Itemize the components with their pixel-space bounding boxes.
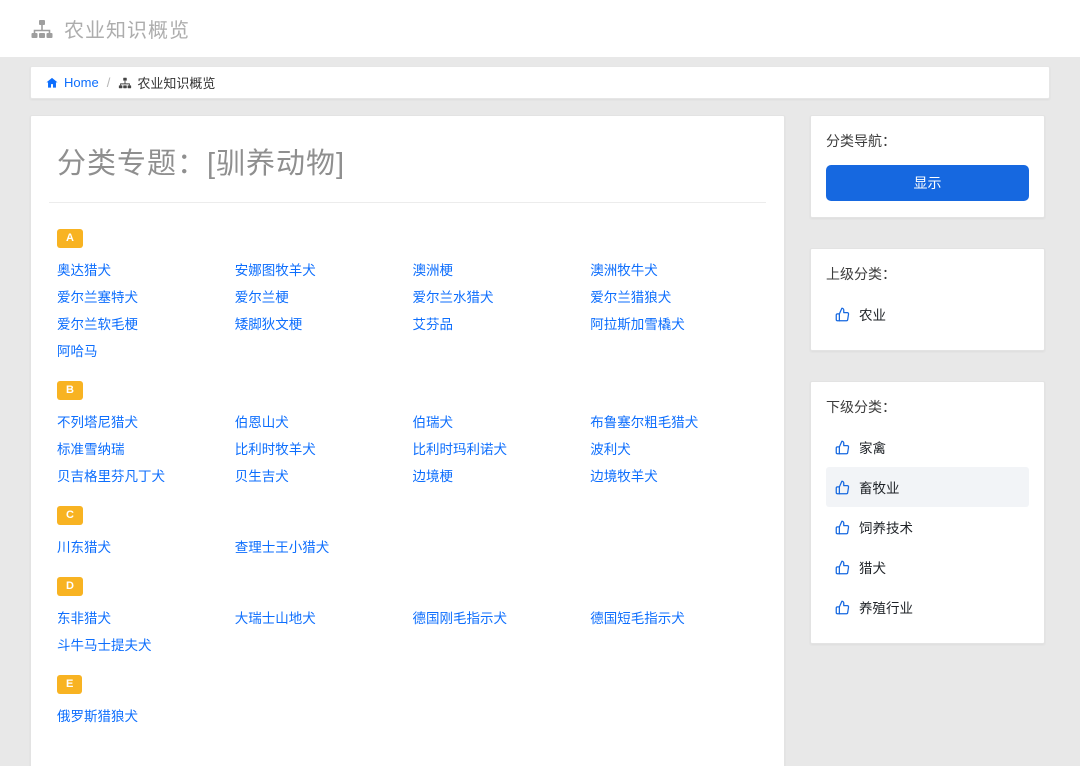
topic-link[interactable]: 伯瑞犬 (413, 414, 581, 432)
topic-link[interactable]: 边境牧羊犬 (590, 468, 758, 486)
topic-link-grid: 川东猎犬查理士王小猎犬 (57, 539, 758, 557)
breadcrumb-current-label: 农业知识概览 (137, 73, 215, 92)
title-divider (49, 202, 766, 203)
letter-badge: C (57, 506, 83, 525)
letter-group-D: D 东非猎犬大瑞士山地犬德国刚毛指示犬德国短毛指示犬斗牛马士提夫犬 (49, 569, 766, 655)
topic-link[interactable]: 奥达猎犬 (57, 262, 225, 280)
topic-link[interactable]: 德国刚毛指示犬 (413, 610, 581, 628)
topic-link-grid: 东非猎犬大瑞士山地犬德国刚毛指示犬德国短毛指示犬斗牛马士提夫犬 (57, 610, 758, 655)
show-button[interactable]: 显示 (826, 165, 1029, 201)
app-title: 农业知识概览 (64, 14, 190, 43)
parent-category-label: 上级分类： (826, 264, 1029, 284)
category-link-label: 养殖行业 (859, 597, 913, 617)
topic-link[interactable]: 比利时牧羊犬 (235, 441, 403, 459)
topic-link[interactable]: 大瑞士山地犬 (235, 610, 403, 628)
topic-panel: 分类专题：[驯养动物] A奥达猎犬安娜图牧羊犬澳洲梗澳洲牧牛犬爱尔兰塞特犬爱尔兰… (30, 115, 785, 766)
letter-badge: B (57, 381, 83, 400)
topic-link[interactable]: 俄罗斯猎狼犬 (57, 708, 225, 726)
topic-link-grid: 不列塔尼猎犬伯恩山犬伯瑞犬布鲁塞尔粗毛猎犬标准雪纳瑞比利时牧羊犬比利时玛利诺犬波… (57, 414, 758, 486)
category-link-label: 饲养技术 (859, 517, 913, 537)
topic-link[interactable]: 布鲁塞尔粗毛猎犬 (590, 414, 758, 432)
topic-link[interactable]: 川东猎犬 (57, 539, 225, 557)
child-category-label: 下级分类： (826, 397, 1029, 417)
sitemap-icon (30, 17, 54, 41)
child-category-card: 下级分类： 家禽畜牧业饲养技术猎犬养殖行业 (810, 381, 1045, 644)
topic-link[interactable]: 爱尔兰水猎犬 (413, 289, 581, 307)
topic-link[interactable]: 澳洲梗 (413, 262, 581, 280)
category-link-label: 猎犬 (859, 557, 886, 577)
letter-group-A: A 奥达猎犬安娜图牧羊犬澳洲梗澳洲牧牛犬爱尔兰塞特犬爱尔兰梗爱尔兰水猎犬爱尔兰猎狼… (49, 221, 766, 361)
topic-link[interactable]: 贝吉格里芬凡丁犬 (57, 468, 225, 486)
category-link[interactable]: 养殖行业 (826, 587, 1029, 627)
app-header: 农业知识概览 (0, 0, 1080, 57)
thumbs-up-icon (835, 440, 850, 455)
topic-link[interactable]: 比利时玛利诺犬 (413, 441, 581, 459)
topic-link[interactable]: 艾芬品 (413, 316, 581, 334)
home-icon (45, 76, 59, 90)
letter-group-C: C 川东猎犬查理士王小猎犬 (49, 498, 766, 557)
topic-link[interactable]: 贝生吉犬 (235, 468, 403, 486)
letter-badge: A (57, 229, 83, 248)
topic-link[interactable]: 波利犬 (590, 441, 758, 459)
breadcrumb-home-link[interactable]: Home (45, 75, 99, 90)
topic-link[interactable]: 不列塔尼猎犬 (57, 414, 225, 432)
topic-link[interactable]: 爱尔兰猎狼犬 (590, 289, 758, 307)
topic-link[interactable]: 伯恩山犬 (235, 414, 403, 432)
sitemap-icon-small (118, 76, 132, 90)
category-link-label: 家禽 (859, 437, 886, 457)
topic-link[interactable]: 矮脚狄文梗 (235, 316, 403, 334)
topic-link[interactable]: 阿拉斯加雪橇犬 (590, 316, 758, 334)
thumbs-up-icon (835, 520, 850, 535)
letter-group-B: B 不列塔尼猎犬伯恩山犬伯瑞犬布鲁塞尔粗毛猎犬标准雪纳瑞比利时牧羊犬比利时玛利诺犬… (49, 373, 766, 486)
topic-link[interactable]: 爱尔兰梗 (235, 289, 403, 307)
child-category-list: 家禽畜牧业饲养技术猎犬养殖行业 (826, 427, 1029, 627)
category-link[interactable]: 猎犬 (826, 547, 1029, 587)
topic-link[interactable]: 边境梗 (413, 468, 581, 486)
topic-link[interactable]: 爱尔兰软毛梗 (57, 316, 225, 334)
category-link[interactable]: 畜牧业 (826, 467, 1029, 507)
topic-link[interactable]: 标准雪纳瑞 (57, 441, 225, 459)
breadcrumb-home-label: Home (64, 75, 99, 90)
category-link-label: 畜牧业 (859, 477, 900, 497)
content-layout: 分类专题：[驯养动物] A奥达猎犬安娜图牧羊犬澳洲梗澳洲牧牛犬爱尔兰塞特犬爱尔兰… (30, 115, 1050, 766)
parent-category-card: 上级分类： 农业 (810, 248, 1045, 351)
page-title: 分类专题：[驯养动物] (49, 140, 766, 182)
category-link-label: 农业 (859, 304, 886, 324)
parent-category-list: 农业 (826, 294, 1029, 334)
sidebar: 分类导航： 显示 上级分类： 农业 下级分类： 家禽畜牧业饲养技术猎犬养殖行业 (810, 115, 1045, 674)
category-link[interactable]: 饲养技术 (826, 507, 1029, 547)
topic-link[interactable]: 斗牛马士提夫犬 (57, 637, 225, 655)
category-link[interactable]: 农业 (826, 294, 1029, 334)
category-link[interactable]: 家禽 (826, 427, 1029, 467)
category-nav-card: 分类导航： 显示 (810, 115, 1045, 218)
letter-badge: D (57, 577, 83, 596)
topic-link[interactable]: 澳洲牧牛犬 (590, 262, 758, 280)
thumbs-up-icon (835, 600, 850, 615)
topic-link[interactable]: 爱尔兰塞特犬 (57, 289, 225, 307)
topic-link-grid: 俄罗斯猎狼犬 (57, 708, 758, 726)
breadcrumb-separator: / (107, 75, 111, 90)
topic-link[interactable]: 阿哈马 (57, 343, 225, 361)
breadcrumb-current: 农业知识概览 (118, 73, 215, 92)
letter-badge: E (57, 675, 82, 694)
topic-link[interactable]: 德国短毛指示犬 (590, 610, 758, 628)
thumbs-up-icon (835, 480, 850, 495)
breadcrumb: Home / 农业知识概览 (30, 66, 1050, 99)
category-nav-label: 分类导航： (826, 131, 1029, 151)
thumbs-up-icon (835, 560, 850, 575)
thumbs-up-icon (835, 307, 850, 322)
letter-groups: A 奥达猎犬安娜图牧羊犬澳洲梗澳洲牧牛犬爱尔兰塞特犬爱尔兰梗爱尔兰水猎犬爱尔兰猎狼… (49, 221, 766, 726)
topic-link[interactable]: 东非猎犬 (57, 610, 225, 628)
letter-group-E: E 俄罗斯猎狼犬 (49, 667, 766, 726)
topic-link[interactable]: 安娜图牧羊犬 (235, 262, 403, 280)
topic-link-grid: 奥达猎犬安娜图牧羊犬澳洲梗澳洲牧牛犬爱尔兰塞特犬爱尔兰梗爱尔兰水猎犬爱尔兰猎狼犬… (57, 262, 758, 361)
topic-link[interactable]: 查理士王小猎犬 (235, 539, 403, 557)
